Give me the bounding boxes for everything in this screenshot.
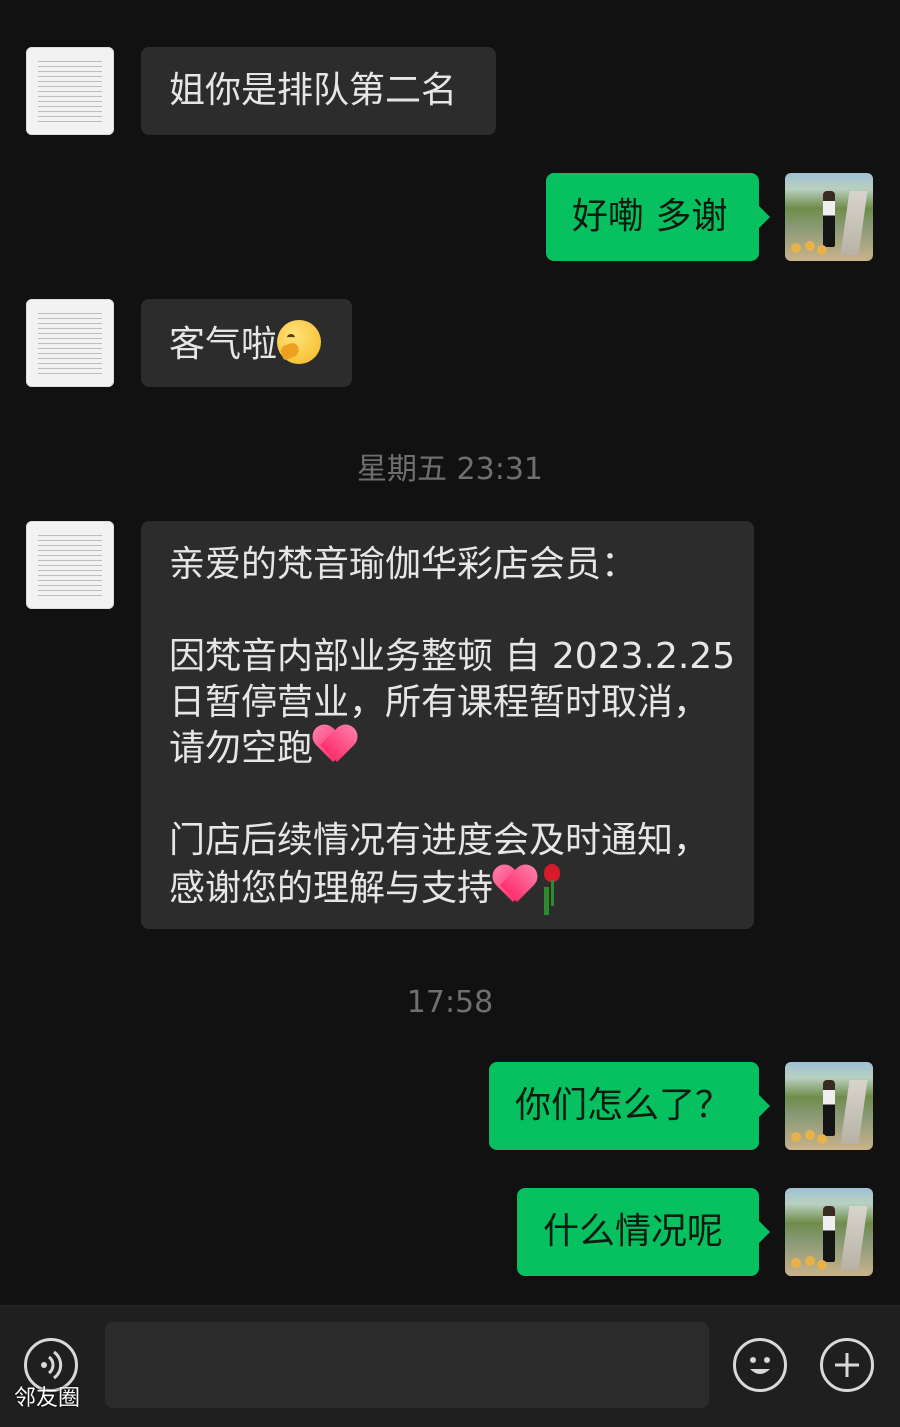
message-input[interactable] <box>105 1322 709 1408</box>
heart-icon <box>493 866 537 906</box>
chat-area: 姐你是排队第二名 好嘞 多谢 客气啦 星期五 23:31 亲爱的梵音瑜伽华彩店会… <box>0 0 900 1305</box>
timestamp: 17:58 <box>406 985 494 1020</box>
timestamp: 星期五 23:31 <box>357 452 543 487</box>
message-text: 你们怎么了？ <box>515 1085 732 1126</box>
emoji-icon[interactable] <box>733 1338 787 1392</box>
message-text: 什么情况呢 <box>543 1211 724 1252</box>
message-text: 姐你是排队第二名 <box>169 70 458 111</box>
rose-icon <box>537 864 567 908</box>
message-text: 好嘞 多谢 <box>572 196 728 237</box>
plus-icon[interactable] <box>820 1338 874 1392</box>
message-bubble[interactable]: 姐你是排队第二名 <box>141 47 496 135</box>
message-bubble[interactable]: 亲爱的梵音瑜伽华彩店会员： 因梵音内部业务整顿 自 2023.2.25 日暂停营… <box>141 521 754 929</box>
my-avatar[interactable] <box>785 1062 873 1150</box>
message-bubble[interactable]: 什么情况呢 <box>517 1188 770 1276</box>
contact-avatar[interactable] <box>26 47 114 135</box>
heart-icon <box>313 726 357 766</box>
watermark: 邻友圈 <box>14 1386 81 1411</box>
contact-avatar[interactable] <box>26 299 114 387</box>
my-avatar[interactable] <box>785 1188 873 1276</box>
input-toolbar <box>0 1305 900 1427</box>
my-avatar[interactable] <box>785 173 873 261</box>
message-line: 亲爱的梵音瑜伽华彩店会员： <box>169 544 638 585</box>
message-line: 门店后续情况有进度会及时通知， <box>169 820 710 861</box>
message-line: 因梵音内部业务整顿 自 2023.2.25 <box>169 636 736 677</box>
contact-avatar[interactable] <box>26 521 114 609</box>
message-line: 感谢您的理解与支持 <box>169 868 494 909</box>
thinking-face-icon <box>277 320 322 364</box>
message-bubble[interactable]: 客气啦 <box>141 299 352 387</box>
message-bubble[interactable]: 好嘞 多谢 <box>546 173 770 261</box>
message-line: 请勿空跑 <box>169 728 314 769</box>
message-bubble[interactable]: 你们怎么了？ <box>489 1062 770 1150</box>
message-line: 日暂停营业，所有课程暂时取消， <box>169 682 710 723</box>
message-text: 客气啦 <box>169 324 278 365</box>
